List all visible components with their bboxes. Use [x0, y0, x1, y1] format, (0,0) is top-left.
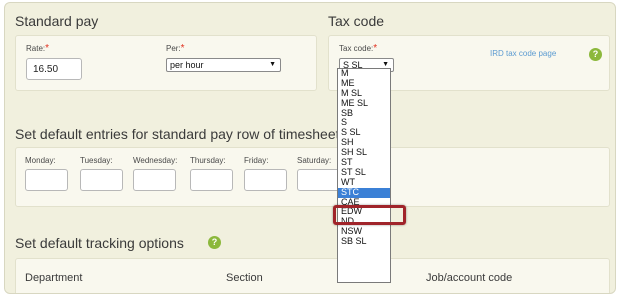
tax-code-label: Tax code:* [339, 43, 378, 54]
tax-code-heading: Tax code [328, 13, 385, 29]
rate-label: Rate:* [26, 43, 50, 54]
tax-code-option[interactable]: ME [338, 79, 390, 89]
day-input-thursday[interactable] [190, 169, 233, 191]
day-input-wednesday[interactable] [133, 169, 176, 191]
day-label-thursday: Thursday: [190, 156, 226, 165]
tax-code-option[interactable]: SH [338, 138, 390, 148]
day-label-wednesday: Wednesday: [133, 156, 178, 165]
tax-code-option[interactable]: M SL [338, 89, 390, 99]
rate-input[interactable] [26, 58, 82, 80]
per-label: Per:* [166, 43, 185, 54]
annotation-highlight-box [333, 205, 406, 225]
tax-code-option[interactable]: SB [338, 109, 390, 119]
chevron-down-icon: ▼ [269, 61, 276, 68]
tax-code-option[interactable]: ST [338, 158, 390, 168]
tax-code-option[interactable]: S [338, 118, 390, 128]
day-label-friday: Friday: [244, 156, 269, 165]
tracking-column-job-account-code: Job/account code [426, 272, 513, 284]
timesheet-heading: Set default entries for standard pay row… [15, 126, 340, 142]
timesheet-box: Monday: Tuesday: Wednesday: Thursday: Fr… [15, 147, 610, 207]
tracking-box: Department Section Job/account code [15, 258, 610, 293]
tax-code-option[interactable]: ME SL [338, 99, 390, 109]
per-select[interactable]: per hour ▼ [166, 58, 281, 72]
tax-code-option[interactable]: NSW [338, 227, 390, 237]
day-input-friday[interactable] [244, 169, 287, 191]
tax-code-option[interactable]: S SL [338, 128, 390, 138]
ird-tax-code-link[interactable]: IRD tax code page [490, 49, 556, 58]
help-icon[interactable]: ? [208, 236, 221, 249]
tax-code-options-list[interactable]: M ME M SL ME SL SB S S SL SH SH SL ST ST… [337, 68, 391, 283]
tracking-heading: Set default tracking options [15, 235, 184, 251]
tracking-column-department: Department [25, 272, 83, 284]
day-label-saturday: Saturday: [297, 156, 332, 165]
help-icon[interactable]: ? [589, 48, 602, 61]
day-label-tuesday: Tuesday: [80, 156, 113, 165]
tracking-column-section: Section [226, 272, 263, 284]
tax-code-option[interactable]: WT [338, 178, 390, 188]
standard-pay-heading: Standard pay [15, 13, 99, 29]
day-input-tuesday[interactable] [80, 169, 123, 191]
employee-settings-panel: Standard pay Rate:* Per:* per hour ▼ Tax… [4, 2, 616, 294]
tax-code-option[interactable]: M [338, 69, 390, 79]
day-input-monday[interactable] [25, 169, 68, 191]
tax-code-option[interactable]: ST SL [338, 168, 390, 178]
tax-code-option-highlighted[interactable]: STC [338, 187, 390, 198]
tax-code-option[interactable]: SH SL [338, 148, 390, 158]
day-input-saturday[interactable] [297, 169, 340, 191]
day-label-monday: Monday: [25, 156, 56, 165]
tax-code-option[interactable]: SB SL [338, 237, 390, 247]
per-select-value: per hour [170, 60, 204, 70]
standard-pay-box: Rate:* Per:* per hour ▼ [15, 35, 317, 91]
